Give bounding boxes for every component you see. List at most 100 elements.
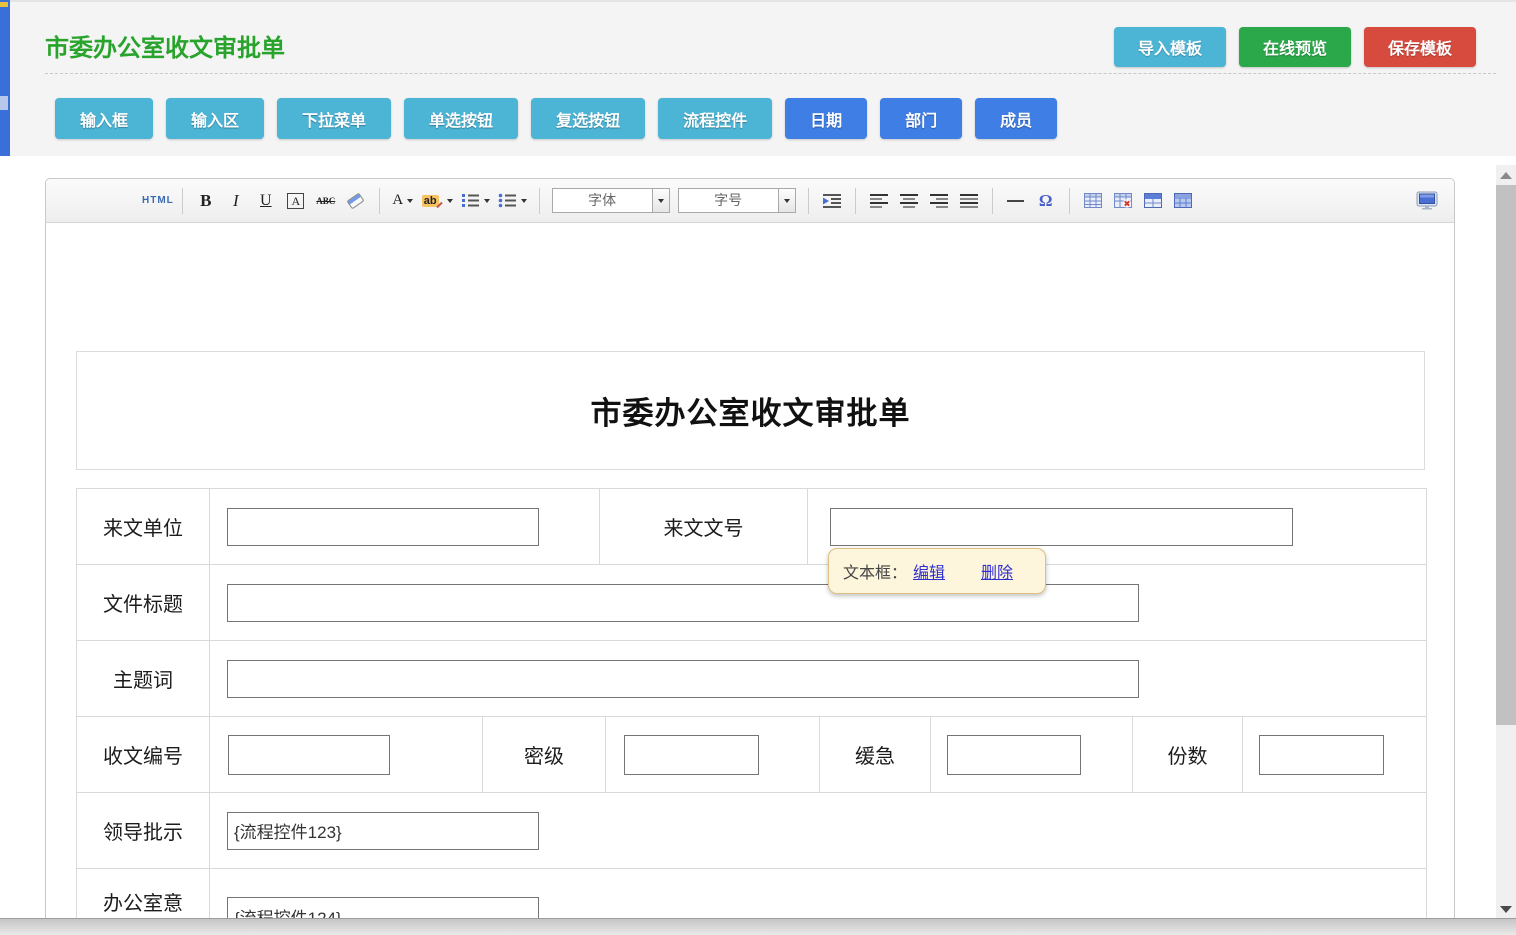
label-leader-instructions: 领导批示 [77,793,209,868]
indent-icon [822,193,842,208]
eraser-icon [347,192,365,209]
scroll-up-arrow-icon[interactable] [1500,172,1512,179]
cell-urgency [930,717,1132,792]
chevron-down-icon [407,199,413,203]
scroll-down-arrow-icon[interactable] [1500,906,1512,913]
horizontal-rule-button[interactable] [1005,187,1027,215]
strikethrough-button[interactable]: ABC [315,187,337,215]
cell-properties-icon [1174,193,1192,208]
special-char-button[interactable]: Ω [1035,187,1057,215]
chevron-down-icon [784,199,790,203]
fullscreen-button[interactable] [1416,187,1438,215]
align-left-icon [869,193,889,208]
chevron-down-icon [521,199,527,203]
leader-instructions-input[interactable] [227,812,539,850]
document-number-input[interactable] [830,508,1293,546]
cell-copies [1242,717,1426,792]
font-size-select[interactable]: 字号 [678,188,796,213]
top-panel: 市委办公室收文审批单 导入模板 在线预览 保存模板 输入框 输入区 下拉菜单 单… [10,0,1516,156]
add-input-box-button[interactable]: 输入框 [55,98,153,139]
toolbar-separator [539,188,540,214]
import-template-button[interactable]: 导入模板 [1114,27,1226,67]
toolbar-separator [182,188,183,214]
table-properties-icon [1144,193,1162,208]
urgency-input[interactable] [947,735,1081,775]
header-actions: 导入模板 在线预览 保存模板 [1114,27,1476,67]
html-source-button[interactable]: HTML [142,195,174,206]
label-receipt-number: 收文编号 [77,717,209,792]
delete-table-button[interactable] [1112,187,1134,215]
form-title: 市委办公室收文审批单 [591,388,911,433]
window-bottom-strip [0,918,1516,935]
secrecy-level-input[interactable] [624,735,759,775]
add-dropdown-button[interactable]: 下拉菜单 [277,98,391,139]
combo-arrow-button[interactable] [778,189,795,212]
font-color-a-icon: A [392,192,403,209]
highlight-color-button[interactable]: ab [422,187,453,215]
align-center-icon [899,193,919,208]
italic-button[interactable]: I [225,187,247,215]
rich-text-editor: HTML B I U A ABC A ab [45,178,1455,935]
textbox-context-tooltip: 文本框： 编辑 删除 [828,548,1046,594]
page-title: 市委办公室收文审批单 [45,28,285,63]
edge-mark [0,96,8,110]
save-template-button[interactable]: 保存模板 [1364,27,1476,67]
toolbar-separator [992,188,993,214]
table-row: 领导批示 [77,792,1426,868]
editor-canvas[interactable]: 市委办公室收文审批单 来文单位 来文文号 文件标题 主题词 [46,223,1454,934]
insert-table-button[interactable] [1082,187,1104,215]
widget-toolbar: 输入框 输入区 下拉菜单 单选按钮 复选按钮 流程控件 日期 部门 成员 [55,98,1057,139]
add-member-button[interactable]: 成员 [975,98,1057,139]
label-urgency: 缓急 [819,717,930,792]
table-icon [1084,193,1102,208]
tooltip-label: 文本框： [843,559,907,583]
bullet-list-icon [498,193,517,208]
add-textarea-button[interactable]: 输入区 [166,98,264,139]
delete-link[interactable]: 删除 [981,559,1013,583]
bullet-list-button[interactable] [498,187,527,215]
cell-properties-button[interactable] [1172,187,1194,215]
add-date-button[interactable]: 日期 [785,98,867,139]
remove-format-button[interactable] [345,187,367,215]
copies-input[interactable] [1259,735,1384,775]
underline-button[interactable]: U [255,187,277,215]
cell-incoming-unit [209,489,599,564]
font-color-button[interactable]: A [392,187,414,215]
subject-words-input[interactable] [227,660,1139,698]
editor-toolbar: HTML B I U A ABC A ab [46,179,1454,223]
label-document-title: 文件标题 [77,565,209,640]
chevron-down-icon [447,199,453,203]
add-checkbox-button[interactable]: 复选按钮 [531,98,645,139]
border-text-button[interactable]: A [285,187,307,215]
add-department-button[interactable]: 部门 [880,98,962,139]
cell-secrecy-level [605,717,819,792]
align-center-button[interactable] [898,187,920,215]
align-justify-button[interactable] [958,187,980,215]
table-row: 主题词 [77,640,1426,716]
table-row: 文件标题 [77,564,1426,640]
toolbar-separator [379,188,380,214]
highlight-icon: ab [422,195,439,207]
add-flow-control-button[interactable]: 流程控件 [658,98,772,139]
align-left-button[interactable] [868,187,890,215]
online-preview-button[interactable]: 在线预览 [1239,27,1351,67]
incoming-unit-input[interactable] [227,508,539,546]
receipt-number-input[interactable] [228,735,390,775]
edge-mark [0,2,8,7]
toolbar-separator [808,188,809,214]
ordered-list-button[interactable] [461,187,490,215]
combo-arrow-button[interactable] [652,189,669,212]
bold-button[interactable]: B [195,187,217,215]
edit-link[interactable]: 编辑 [913,559,945,583]
indent-button[interactable] [821,187,843,215]
align-right-icon [929,193,949,208]
delete-table-icon [1114,193,1132,208]
cell-receipt-number [209,717,482,792]
align-right-button[interactable] [928,187,950,215]
add-radio-button[interactable]: 单选按钮 [404,98,518,139]
vertical-scrollbar[interactable] [1496,165,1516,918]
scrollbar-thumb[interactable] [1496,185,1516,725]
font-family-select[interactable]: 字体 [552,188,670,213]
window-edge-strip [0,0,10,156]
table-properties-button[interactable] [1142,187,1164,215]
